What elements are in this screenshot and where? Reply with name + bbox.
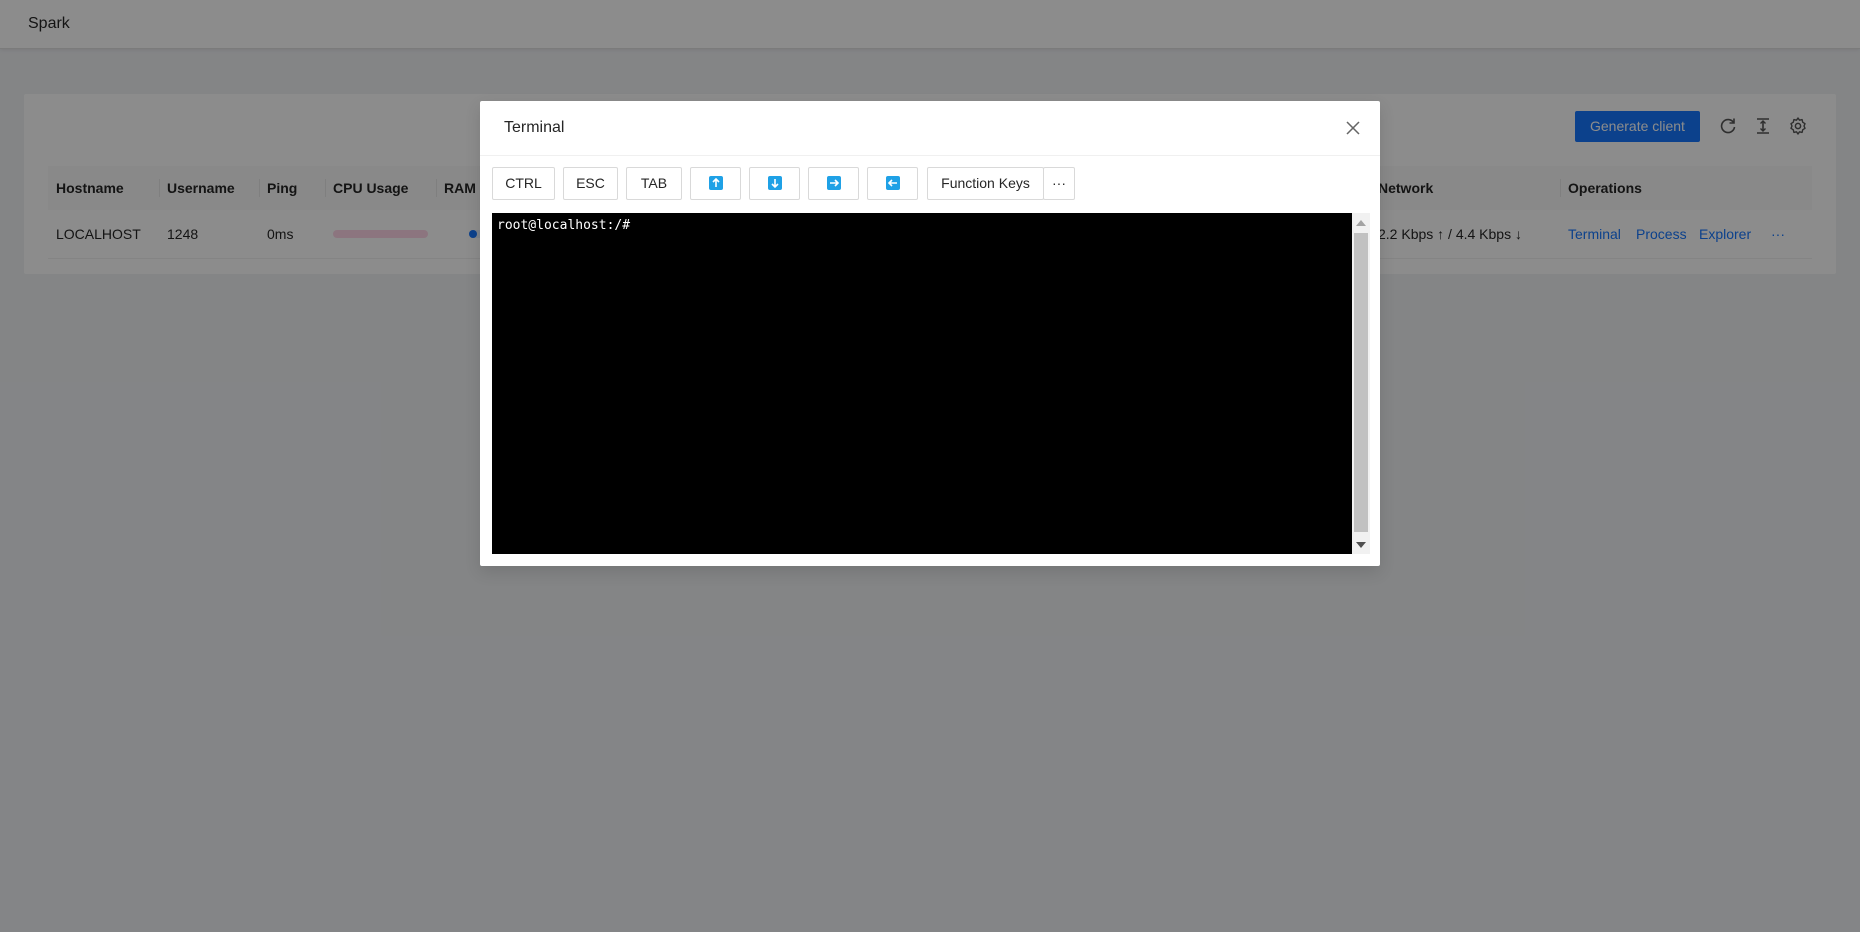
scroll-up-arrow-icon[interactable] <box>1356 220 1366 226</box>
terminal-prompt: root@localhost:/# <box>497 218 631 233</box>
modal-title: Terminal <box>504 119 565 136</box>
function-keys-button[interactable]: Function Keys <box>927 167 1044 200</box>
terminal-modal: Terminal CTRL ESC TAB Function Keys ··· … <box>480 101 1380 566</box>
arrow-right-icon <box>826 175 841 190</box>
more-keys-button[interactable]: ··· <box>1043 167 1075 200</box>
scroll-thumb[interactable] <box>1354 233 1368 532</box>
arrow-up-icon <box>708 175 723 190</box>
close-icon[interactable] <box>1343 118 1363 138</box>
arrow-right-button[interactable] <box>808 167 859 200</box>
arrow-left-icon <box>885 175 900 190</box>
modal-header: Terminal <box>480 101 1380 156</box>
arrow-down-icon <box>767 175 782 190</box>
scroll-down-arrow-icon[interactable] <box>1356 542 1366 548</box>
terminal-scrollbar[interactable] <box>1352 213 1370 554</box>
tab-key-button[interactable]: TAB <box>626 167 682 200</box>
ctrl-key-button[interactable]: CTRL <box>492 167 555 200</box>
arrow-up-button[interactable] <box>690 167 741 200</box>
arrow-down-button[interactable] <box>749 167 800 200</box>
esc-key-button[interactable]: ESC <box>563 167 618 200</box>
terminal-screen[interactable]: root@localhost:/# <box>492 213 1352 554</box>
arrow-left-button[interactable] <box>867 167 918 200</box>
